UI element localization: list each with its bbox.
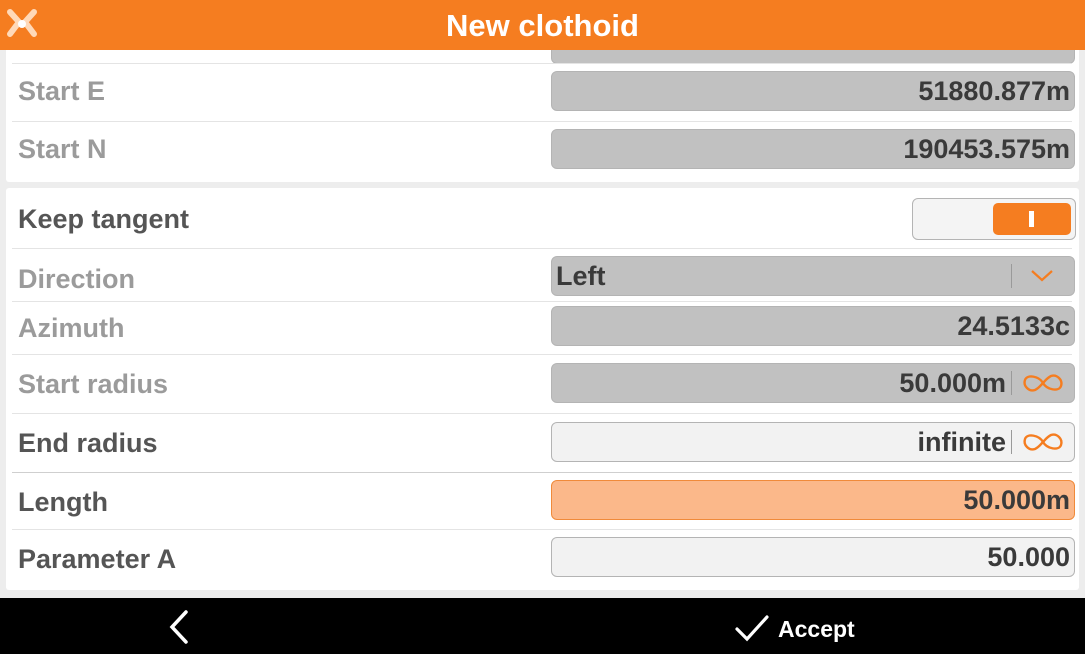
azimuth-value: 24.5133c bbox=[957, 311, 1070, 341]
title-bar: New clothoid bbox=[0, 0, 1085, 50]
start-n-label: Start N bbox=[18, 134, 107, 164]
clothoid-parameters-card: Keep tangent Direction Left Azimuth 24.5… bbox=[6, 188, 1079, 590]
azimuth-field: 24.5133c bbox=[551, 306, 1075, 346]
separator bbox=[1011, 264, 1012, 288]
start-e-value: 51880.877m bbox=[918, 76, 1070, 106]
keep-tangent-toggle[interactable] bbox=[912, 198, 1076, 240]
separator bbox=[1011, 371, 1012, 395]
length-row: Length 50.000m bbox=[6, 473, 1079, 531]
start-n-field: 190453.575m bbox=[551, 129, 1075, 169]
start-radius-value: 50.000m bbox=[899, 368, 1006, 398]
separator bbox=[1011, 430, 1012, 454]
keep-tangent-label: Keep tangent bbox=[18, 204, 190, 234]
direction-row: Direction Left bbox=[6, 249, 1079, 301]
start-e-label: Start E bbox=[18, 76, 106, 106]
direction-label: Direction bbox=[18, 264, 136, 294]
keep-tangent-row: Keep tangent bbox=[6, 188, 1079, 248]
parameter-a-label: Parameter A bbox=[18, 544, 177, 574]
start-e-row: Start E 51880.877m bbox=[6, 64, 1079, 122]
parameter-a-value: 50.000 bbox=[987, 542, 1070, 572]
infinity-icon[interactable] bbox=[1020, 431, 1066, 453]
accept-label: Accept bbox=[778, 616, 855, 642]
start-point-card: Start E 51880.877m Start N 190453.575m bbox=[6, 50, 1079, 182]
azimuth-row: Azimuth 24.5133c bbox=[6, 302, 1079, 354]
parameter-a-row: Parameter A 50.000 bbox=[6, 530, 1079, 588]
azimuth-label: Azimuth bbox=[18, 313, 125, 343]
chevron-left-icon[interactable] bbox=[160, 608, 200, 648]
end-radius-row: End radius infinite bbox=[6, 414, 1079, 472]
start-n-value: 190453.575m bbox=[903, 134, 1070, 164]
length-label: Length bbox=[18, 487, 108, 517]
end-radius-field[interactable]: infinite bbox=[551, 422, 1075, 462]
bottom-action-bar: Accept bbox=[0, 598, 1085, 654]
start-radius-label: Start radius bbox=[18, 369, 169, 399]
infinity-icon[interactable] bbox=[1020, 372, 1066, 394]
form-scroll-area[interactable]: Start E 51880.877m Start N 190453.575m K… bbox=[0, 50, 1085, 598]
start-n-row: Start N 190453.575m bbox=[6, 122, 1079, 180]
page-title: New clothoid bbox=[446, 8, 639, 43]
start-radius-row: Start radius 50.000m bbox=[6, 355, 1079, 413]
end-radius-label: End radius bbox=[18, 428, 158, 458]
chevron-down-icon[interactable] bbox=[1030, 269, 1054, 283]
parameter-a-field[interactable]: 50.000 bbox=[551, 537, 1075, 577]
start-e-field: 51880.877m bbox=[551, 71, 1075, 111]
length-field[interactable]: 50.000m bbox=[551, 480, 1075, 520]
direction-value: Left bbox=[556, 261, 606, 291]
previous-field-partial bbox=[551, 50, 1075, 64]
length-value: 50.000m bbox=[963, 485, 1070, 515]
toggle-on-indicator bbox=[1029, 211, 1034, 227]
start-radius-field: 50.000m bbox=[551, 363, 1075, 403]
end-radius-value: infinite bbox=[917, 427, 1007, 457]
checkmark-icon bbox=[735, 615, 769, 642]
accept-button[interactable]: Accept bbox=[734, 610, 874, 646]
toggle-knob bbox=[993, 203, 1071, 235]
direction-select[interactable]: Left bbox=[551, 256, 1075, 296]
